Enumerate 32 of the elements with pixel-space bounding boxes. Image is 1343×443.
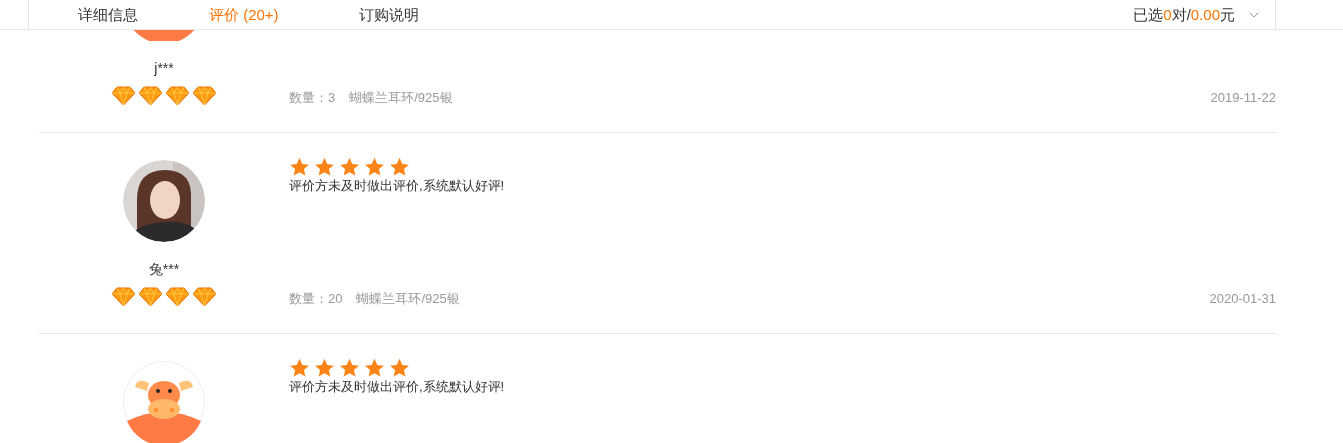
diamond-icon xyxy=(192,86,217,106)
diamond-icon xyxy=(111,287,136,307)
diamond-icon xyxy=(138,86,163,106)
diamond-icon xyxy=(165,86,190,106)
star-icon xyxy=(364,358,385,378)
star-icon xyxy=(389,358,410,378)
tab[interactable]: 详细信息 xyxy=(78,4,138,25)
review-date: 2019-11-22 xyxy=(1210,89,1276,107)
star-icon xyxy=(339,157,360,177)
quantity-text: 数量：3 xyxy=(289,89,336,107)
diamond-icon xyxy=(165,287,190,307)
buyer-name: 兔*** xyxy=(148,260,180,279)
review-comment: 评价方未及时做出评价,系统默认好评! xyxy=(289,177,506,195)
buyer-name: j*** xyxy=(154,59,174,78)
variant-text: 蝴蝶兰耳环/925银 xyxy=(349,89,453,107)
star-icon xyxy=(289,157,310,177)
star-icon xyxy=(389,157,410,177)
variant-text: 蝴蝶兰耳环/925银 xyxy=(356,290,460,308)
star-icon xyxy=(289,358,310,378)
caret-icon[interactable] xyxy=(1249,11,1259,18)
star-icon xyxy=(314,157,335,177)
review-comment: 评价方未及时做出评价,系统默认好评! xyxy=(289,378,506,396)
diamond-icon xyxy=(192,287,217,307)
tab[interactable]: 订购说明 xyxy=(358,4,419,25)
diamond-icon xyxy=(111,86,136,106)
star-icon xyxy=(339,358,360,378)
star-icon xyxy=(314,358,335,378)
star-icon xyxy=(364,157,385,177)
quantity-text: 数量：20 xyxy=(289,290,343,308)
diamond-icon xyxy=(138,287,163,307)
selection-summary: 已选0对/0.00元 xyxy=(1133,4,1235,25)
review-date: 2020-01-31 xyxy=(1209,290,1276,308)
